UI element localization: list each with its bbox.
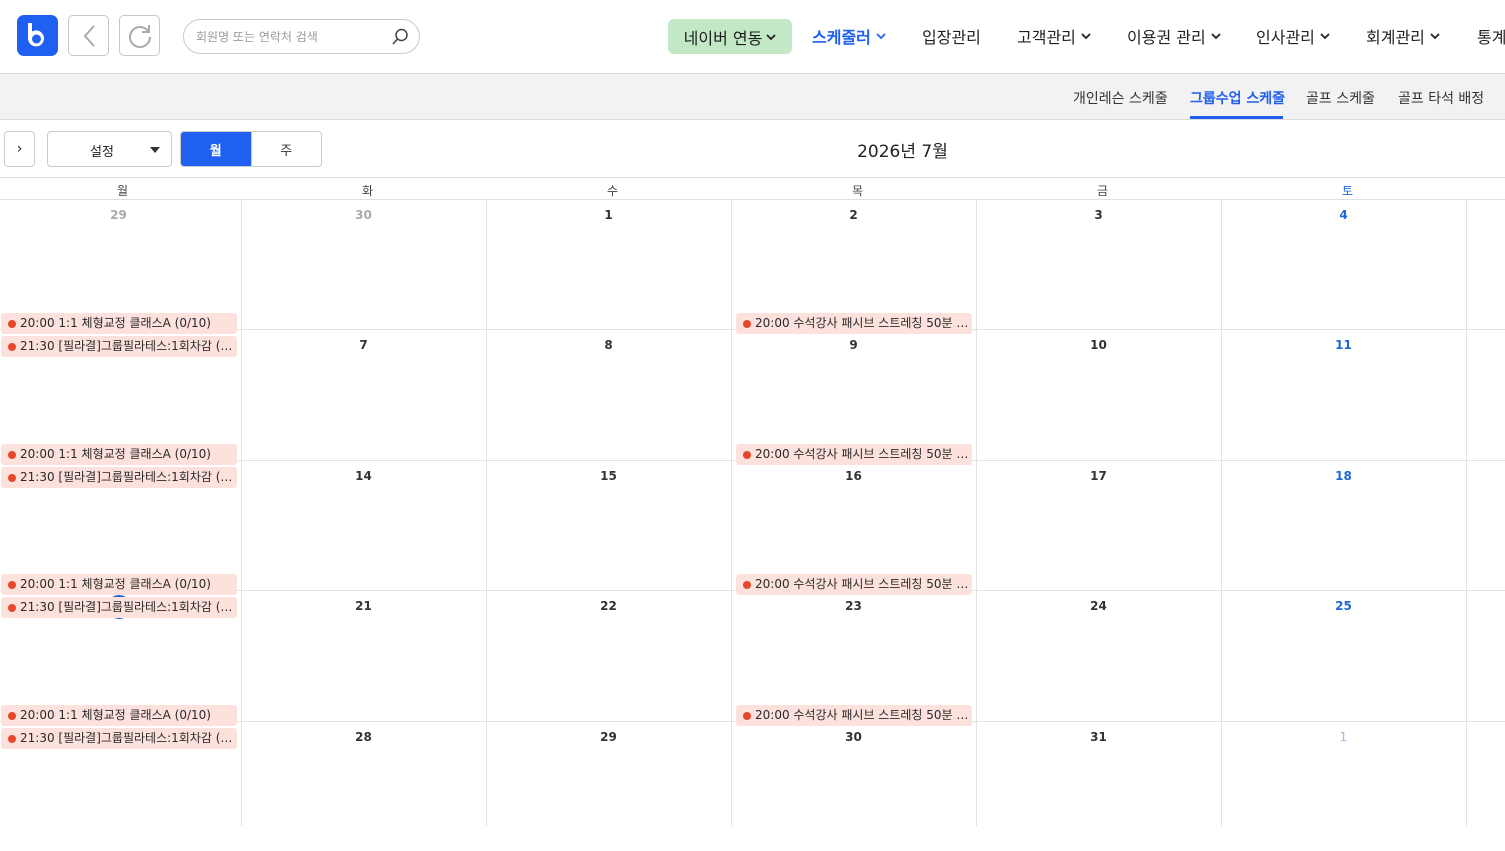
day-number[interactable]: 4	[1221, 208, 1466, 222]
naver-label: 네이버 연동	[683, 28, 763, 48]
schedule-event[interactable]: 21:30 [필라결]그룹필라테스:1회차감 (0/10)	[1, 597, 237, 618]
day-number[interactable]: 29	[0, 208, 241, 222]
chevron-down-icon	[876, 33, 886, 40]
week-view-button[interactable]: 주	[250, 132, 321, 166]
refresh-icon	[128, 24, 151, 48]
day-number[interactable]: 7	[241, 338, 486, 352]
day-number[interactable]: 9	[731, 338, 976, 352]
tab-golf-schedule[interactable]: 골프 스케줄	[1306, 88, 1375, 108]
weekday-label: 금	[1096, 184, 1109, 198]
day-number[interactable]: 14	[241, 469, 486, 483]
chevron-down-icon	[1320, 33, 1330, 40]
nav-customer-management[interactable]: 고객관리	[1017, 24, 1091, 48]
top-header: 네이버 연동 스케줄러 입장관리 고객관리 이용권 관리 인사관리 회계관리 통…	[0, 0, 1505, 74]
day-number[interactable]: 23	[731, 599, 976, 613]
active-tab-indicator	[1190, 116, 1283, 119]
settings-dropdown[interactable]: 설정	[47, 131, 172, 167]
naver-integration-button[interactable]: 네이버 연동	[668, 19, 792, 54]
month-view-button[interactable]: 월	[181, 132, 251, 166]
weekday-label: 화	[361, 184, 374, 198]
day-number[interactable]: 24	[976, 599, 1221, 613]
day-number[interactable]: 18	[1221, 469, 1466, 483]
weekday-label: 토	[1341, 184, 1354, 198]
schedule-event[interactable]: 20:00 1:1 체형교정 클래스A (0/10)	[1, 705, 237, 726]
grid-column-divider	[1466, 200, 1467, 826]
nav-entry-management[interactable]: 입장관리	[922, 24, 981, 48]
day-number[interactable]: 30	[731, 730, 976, 744]
day-number[interactable]: 15	[486, 469, 731, 483]
schedule-event[interactable]: 21:30 [필라결]그룹필라테스:1회차감 (0/10)	[1, 728, 237, 749]
schedule-event[interactable]: 20:00 수석강사 패시브 스트레칭 50분 (0/6)	[736, 444, 972, 465]
day-number[interactable]: 22	[486, 599, 731, 613]
nav-hr-management[interactable]: 인사관리	[1256, 24, 1330, 48]
chevron-down-icon	[1211, 33, 1221, 40]
day-number[interactable]: 3	[976, 208, 1221, 222]
caret-down-icon	[150, 147, 160, 153]
app-logo[interactable]	[17, 15, 58, 56]
schedule-event[interactable]: 21:30 [필라결]그룹필라테스:1회차감 (0/10)	[1, 467, 237, 488]
nav-label: 회계관리	[1366, 28, 1425, 47]
schedule-event[interactable]: 20:00 1:1 체형교정 클래스A (0/10)	[1, 313, 237, 334]
day-number[interactable]: 29	[486, 730, 731, 744]
chevron-left-icon	[83, 24, 95, 47]
member-search[interactable]	[183, 19, 420, 54]
schedule-event[interactable]: 20:00 수석강사 패시브 스트레칭 50분 (0/6)	[736, 574, 972, 595]
nav-label: 고객관리	[1017, 28, 1076, 47]
day-number[interactable]: 17	[976, 469, 1221, 483]
nav-label: 입장관리	[922, 28, 981, 47]
chevron-down-icon	[1081, 33, 1091, 40]
day-number[interactable]: 1	[486, 208, 731, 222]
schedule-event[interactable]: 20:00 1:1 체형교정 클래스A (0/10)	[1, 574, 237, 595]
tab-personal-lesson[interactable]: 개인레슨 스케줄	[1073, 88, 1168, 108]
day-number[interactable]: 8	[486, 338, 731, 352]
refresh-button[interactable]	[119, 15, 160, 56]
day-number[interactable]: 25	[1221, 599, 1466, 613]
nav-label: 이용권 관리	[1127, 28, 1206, 47]
nav-membership-management[interactable]: 이용권 관리	[1127, 24, 1221, 48]
nav-accounting[interactable]: 회계관리	[1366, 24, 1440, 48]
day-number[interactable]: 28	[241, 730, 486, 744]
search-icon[interactable]	[391, 28, 409, 46]
nav-label: 통계	[1477, 28, 1505, 47]
schedule-event[interactable]: 20:00 1:1 체형교정 클래스A (0/10)	[1, 444, 237, 465]
weekday-label: 수	[606, 184, 619, 198]
settings-label: 설정	[90, 145, 114, 160]
month-title: 2026년 7월	[857, 142, 948, 162]
next-month-button[interactable]: ›	[4, 131, 35, 167]
day-number[interactable]: 30	[241, 208, 486, 222]
tab-group-class[interactable]: 그룹수업 스케줄	[1190, 88, 1285, 108]
day-number[interactable]: 1	[1221, 730, 1466, 744]
schedule-event[interactable]: 20:00 수석강사 패시브 스트레칭 50분 (0/6)	[736, 313, 972, 334]
weekday-label: 목	[851, 184, 864, 198]
nav-label: 스케줄러	[812, 28, 871, 47]
nav-statistics[interactable]: 통계	[1477, 24, 1505, 48]
weekday-label: 월	[116, 184, 129, 198]
day-number[interactable]: 10	[976, 338, 1221, 352]
chevron-right-icon: ›	[16, 141, 23, 157]
chevron-down-icon	[766, 33, 776, 40]
schedule-subnav: 개인레슨 스케줄 그룹수업 스케줄 골프 스케줄 골프 타석 배정	[0, 74, 1505, 120]
back-button[interactable]	[68, 15, 109, 56]
day-number[interactable]: 21	[241, 599, 486, 613]
schedule-event[interactable]: 21:30 [필라결]그룹필라테스:1회차감 (0/10)	[1, 336, 237, 357]
weekday-header: 월 화 수 목 금 토	[0, 177, 1505, 200]
nav-label: 인사관리	[1256, 28, 1315, 47]
nav-scheduler[interactable]: 스케줄러	[812, 24, 886, 48]
day-number[interactable]: 16	[731, 469, 976, 483]
schedule-event[interactable]: 20:00 수석강사 패시브 스트레칭 50분 (0/6)	[736, 705, 972, 726]
day-number[interactable]: 31	[976, 730, 1221, 744]
day-number[interactable]: 2	[731, 208, 976, 222]
day-number[interactable]: 11	[1221, 338, 1466, 352]
tab-golf-bay-assignment[interactable]: 골프 타석 배정	[1398, 88, 1484, 108]
search-input[interactable]	[196, 27, 386, 47]
chevron-down-icon	[1430, 33, 1440, 40]
logo-b-icon	[28, 23, 44, 47]
view-toggle: 월 주	[180, 131, 322, 167]
